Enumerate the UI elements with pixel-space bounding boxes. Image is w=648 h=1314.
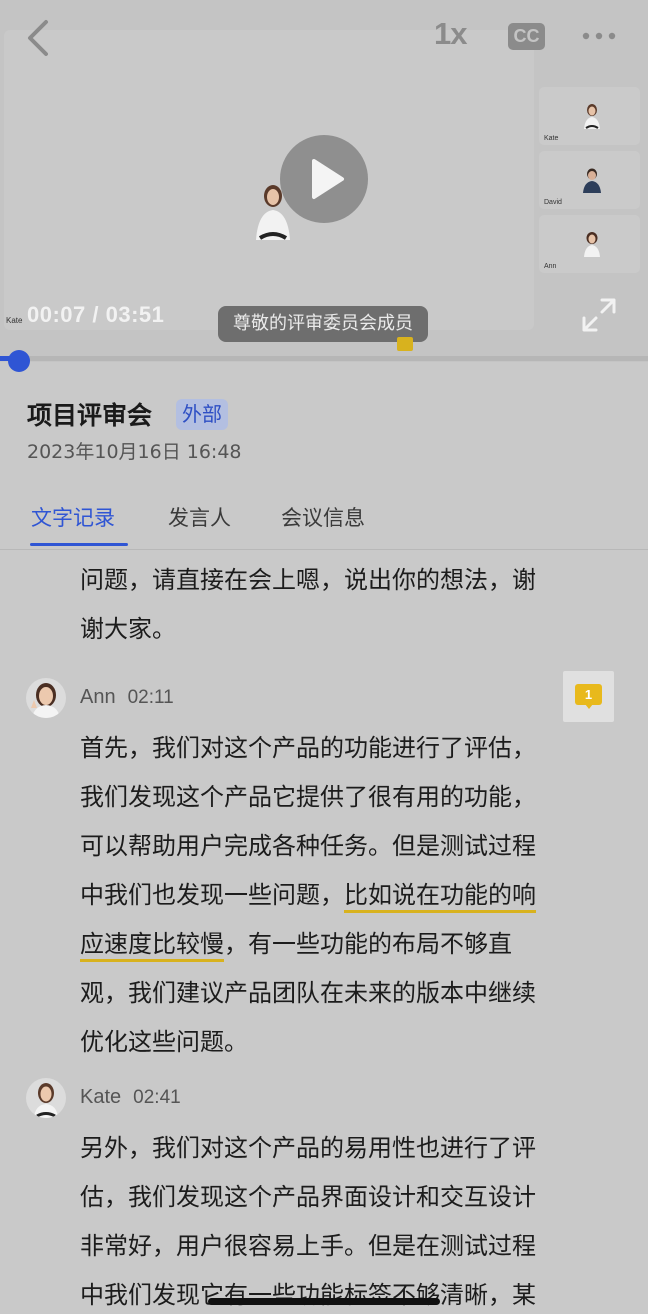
transcript-line: 优化这些问题。 [80, 1028, 248, 1056]
main-video-stage [4, 30, 534, 330]
closed-captions-button[interactable]: CC [508, 23, 545, 50]
live-caption: 尊敬的评审委员会成员 [218, 306, 428, 342]
transcript-line: 首先，我们对这个产品的功能进行了评估， [80, 734, 536, 762]
play-button[interactable] [280, 135, 368, 223]
highlighted-text[interactable]: 比如说在功能的响 [344, 881, 536, 913]
participant-avatar [584, 232, 600, 257]
fullscreen-icon[interactable] [580, 296, 618, 334]
participant-name: David [544, 199, 562, 206]
highlighted-text[interactable]: 应速度比较慢 [80, 930, 224, 962]
participant-thumbnail[interactable]: David [539, 151, 640, 209]
transcript-text: 中我们也发现一些问题， [80, 881, 344, 909]
comment-badge[interactable]: 1 [563, 671, 614, 722]
more-options-icon[interactable] [580, 26, 620, 46]
active-tab-indicator [30, 543, 128, 546]
progress-knob[interactable] [8, 350, 31, 372]
transcript-line: 非常好，用户很容易上手。但是在测试过程 [80, 1232, 536, 1260]
speaker-timestamp[interactable]: 02:41 [133, 1087, 181, 1108]
comment-bubble-tail [585, 704, 593, 709]
transcript-paragraph[interactable]: 另外，我们对这个产品的易用性也进行了评 估，我们发现这个产品界面设计和交互设计 … [80, 1124, 600, 1314]
avatar-kate[interactable] [26, 1078, 66, 1118]
transcript-line: 可以帮助用户完成各种任务。但是测试过程 [80, 832, 536, 860]
transcript-line: 中我们也发现一些问题，比如说在功能的响 [80, 871, 600, 920]
tab-bar: 文字记录 发言人 会议信息 [0, 496, 648, 550]
transcript-line: 应速度比较慢，有一些功能的布局不够直 [80, 920, 600, 969]
comment-count: 1 [575, 684, 602, 705]
transcript-line: 估，我们发现这个产品界面设计和交互设计 [80, 1183, 536, 1211]
tab-transcript[interactable]: 文字记录 [31, 502, 115, 532]
participant-thumbnail[interactable]: Ann [539, 215, 640, 273]
transcript-text: ，有一些功能的布局不够直 [224, 930, 512, 958]
participant-avatar [584, 104, 600, 129]
transcript-line: 观，我们建议产品团队在未来的版本中继续 [80, 979, 536, 1007]
speaker-name: Kate [80, 1086, 122, 1108]
speaker-timestamp[interactable]: 02:11 [128, 687, 174, 708]
participant-thumbnail[interactable]: Kate [539, 87, 640, 145]
tab-meeting-info[interactable]: 会议信息 [281, 502, 365, 532]
stage-speaker-name: Kate [6, 316, 23, 325]
transcript-paragraph[interactable]: 首先，我们对这个产品的功能进行了评估， 我们发现这个产品它提供了很有用的功能， … [80, 724, 600, 1067]
progress-bar[interactable] [0, 356, 648, 361]
transcript-line: 我们发现这个产品它提供了很有用的功能， [80, 783, 536, 811]
playback-time: 00:07 / 03:51 [27, 302, 165, 327]
tab-speakers[interactable]: 发言人 [168, 502, 231, 532]
participant-name: Ann [544, 263, 557, 270]
playback-speed-button[interactable]: 1x [434, 16, 467, 52]
video-player[interactable]: Kate Kate David Ann 1x CC 00:07 / 03:51 … [0, 0, 648, 362]
speaker-header: Ann 02:11 [80, 686, 174, 709]
external-badge: 外部 [176, 399, 228, 430]
participant-avatar [583, 168, 601, 193]
play-icon [312, 159, 344, 199]
avatar-image [34, 1083, 58, 1118]
participant-name: Kate [544, 135, 559, 142]
transcript-line: 问题，请直接在会上嗯，说出你的想法，谢 [80, 566, 536, 594]
transcript-line: 另外，我们对这个产品的易用性也进行了评 [80, 1134, 536, 1162]
transcript-line: 中我们发现它有一些功能标签不够清晰，某 [80, 1281, 536, 1309]
speaker-name: Ann [80, 686, 116, 708]
avatar-image [31, 683, 60, 718]
note-marker-icon[interactable] [397, 337, 413, 351]
avatar-ann[interactable] [26, 678, 66, 718]
back-chevron-icon[interactable] [22, 18, 56, 58]
home-indicator[interactable] [208, 1298, 440, 1305]
transcript-paragraph[interactable]: 问题，请直接在会上嗯，说出你的想法，谢 谢大家。 [80, 556, 600, 654]
meeting-date: 2023年10月16日 16:48 [27, 441, 242, 463]
speaker-header: Kate 02:41 [80, 1086, 181, 1109]
transcript-line: 谢大家。 [80, 615, 176, 643]
meeting-title: 项目评审会 [27, 401, 153, 430]
